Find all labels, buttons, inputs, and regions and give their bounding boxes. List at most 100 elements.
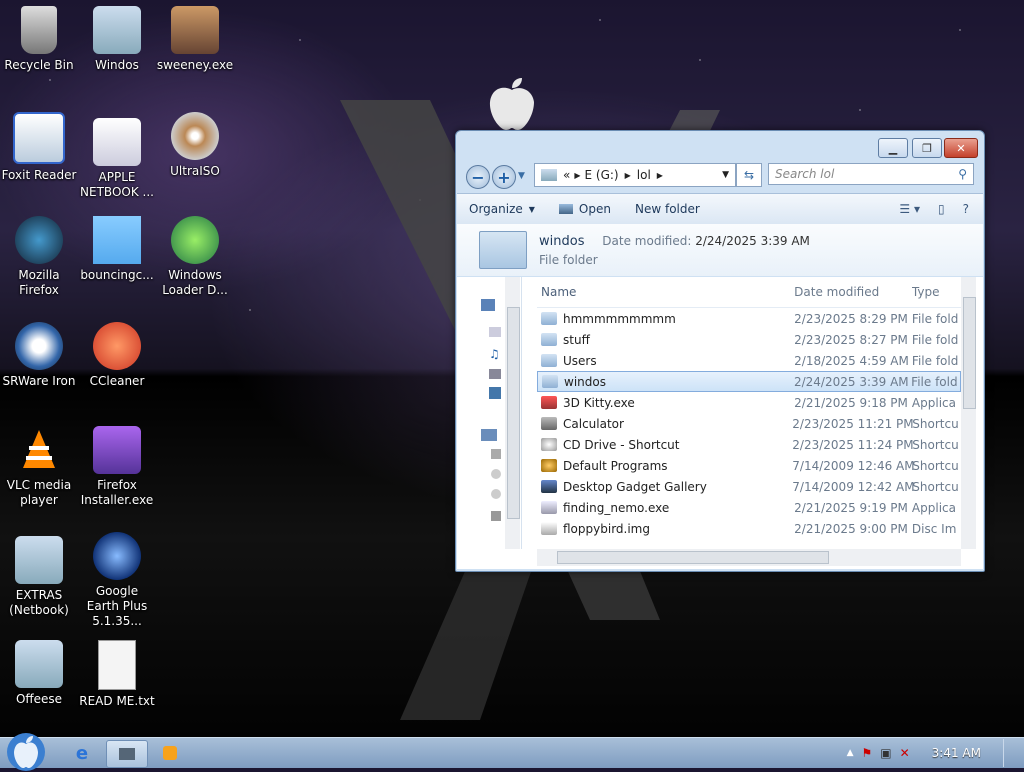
desktop-icon-apple-netbook[interactable]: APPLE NETBOOK ... <box>78 118 156 200</box>
file-row[interactable]: CD Drive - Shortcut 2/23/2025 11:24 PM Sho… <box>537 434 961 455</box>
file-date: 2/23/2025 11:24 PM <box>792 437 914 452</box>
default-programs-icon <box>541 459 557 472</box>
file-row[interactable]: floppybird.img 2/21/2025 9:00 PM Disc Im <box>537 518 961 539</box>
desktop-icon-offeese[interactable]: Offeese <box>0 640 78 707</box>
desktop-icon-extras-netbook[interactable]: EXTRAS (Netbook) <box>0 536 78 618</box>
network-icon[interactable]: ▣ <box>880 746 891 760</box>
desktop-icon-foxit-reader[interactable]: Foxit Reader <box>0 112 78 183</box>
file-row[interactable]: Desktop Gadget Gallery 7/14/2009 12:42 AM… <box>537 476 961 497</box>
cd-drive-icon[interactable] <box>491 489 501 499</box>
file-name-cell: stuff <box>537 333 794 347</box>
desktop-icon-label: EXTRAS (Netbook) <box>9 588 69 617</box>
refresh-button[interactable]: ⇆ <box>736 163 762 187</box>
maximize-button[interactable]: ❐ <box>912 138 942 158</box>
cd-drive-icon[interactable] <box>491 469 501 479</box>
desktop-icon-google-earth[interactable]: Google Earth Plus 5.1.35... <box>78 532 156 629</box>
music-icon[interactable]: ♫ <box>489 347 500 361</box>
search-placeholder: Search lol <box>775 167 835 181</box>
action-center-icon[interactable]: ⚑ <box>862 746 873 760</box>
file-type: File fold <box>911 311 959 326</box>
address-dropdown-icon[interactable]: ▼ <box>722 170 729 180</box>
recent-pages-chevron-icon[interactable]: ▼ <box>518 171 525 181</box>
forward-button[interactable]: + <box>492 165 516 189</box>
file-row[interactable]: finding_nemo.exe 2/21/2025 9:19 PM Applica <box>537 497 961 518</box>
file-row[interactable]: hmmmmmmmmm 2/23/2025 8:29 PM File fold <box>537 308 961 329</box>
desktop-icon-bouncingc[interactable]: bouncingc... <box>78 216 156 283</box>
breadcrumb-folder[interactable]: lol <box>637 168 651 182</box>
desktop-icon-ultraiso[interactable]: UltraISO <box>156 112 234 179</box>
file-list[interactable]: Name Date modified Type hmmmmmmmmm 2/23/2… <box>537 277 961 549</box>
breadcrumb-drive[interactable]: E (G:) <box>585 168 619 182</box>
folder-icon <box>541 333 557 346</box>
minimize-button[interactable]: ▁ <box>878 138 908 158</box>
new-folder-button[interactable]: New folder <box>623 202 712 216</box>
desktop-icon-srware-iron[interactable]: SRWare Iron <box>0 322 78 389</box>
breadcrumb-overflow[interactable]: « <box>563 168 570 182</box>
folder-icon <box>541 312 557 325</box>
desktop-icon-mozilla-firefox[interactable]: Mozilla Firefox <box>0 216 78 298</box>
disc-image-icon <box>541 522 557 535</box>
open-button[interactable]: Open <box>547 202 623 216</box>
windows-orb-icon <box>171 216 219 264</box>
desktop-icon-label: VLC media player <box>6 478 72 507</box>
nav-icon[interactable] <box>481 299 495 311</box>
taskbar-ie-button[interactable]: e <box>62 740 102 766</box>
pictures-icon[interactable] <box>489 369 501 379</box>
taskbar-media-button[interactable] <box>150 740 190 766</box>
file-name: floppybird.img <box>563 521 650 536</box>
view-options-icon[interactable]: ☰ ▾ <box>899 202 920 216</box>
desktop-icon-label: CCleaner <box>89 374 145 388</box>
file-list-scrollbar[interactable] <box>961 277 976 549</box>
desktop-icon-firefox-installer[interactable]: Firefox Installer.exe <box>78 426 156 508</box>
file-name: Users <box>563 353 597 368</box>
volume-muted-icon[interactable]: ✕ <box>900 746 910 760</box>
show-hidden-icons-icon[interactable]: ▲ <box>847 748 854 758</box>
file-date: 2/21/2025 9:19 PM <box>794 500 908 515</box>
file-row[interactable]: 3D Kitty.exe 2/21/2025 9:18 PM Applica <box>537 392 961 413</box>
desktop-icon-sweeney[interactable]: sweeney.exe <box>156 6 234 73</box>
horizontal-scrollbar[interactable] <box>537 549 961 566</box>
file-list-scrollbar-thumb[interactable] <box>963 297 976 409</box>
desktop-icon-read-me[interactable]: READ ME.txt <box>78 640 156 709</box>
drive-icon[interactable] <box>491 449 501 459</box>
desktop-icon-vlc[interactable]: VLC media player <box>0 426 78 508</box>
organize-button[interactable]: Organize ▼ <box>457 202 547 216</box>
file-row[interactable]: Default Programs 7/14/2009 12:46 AM Shortc… <box>537 455 961 476</box>
column-header-date[interactable]: Date modified <box>794 285 912 299</box>
nav-scrollbar[interactable] <box>505 277 520 549</box>
drive-icon[interactable] <box>491 511 501 521</box>
taskbar: e ▲ ⚑ ▣ ✕ 3:41 AM <box>0 733 1024 771</box>
desktop-icon-recycle-bin[interactable]: Recycle Bin <box>0 6 78 73</box>
clock[interactable]: 3:41 AM <box>932 746 981 760</box>
nav-icon[interactable] <box>489 327 501 337</box>
file-date: 2/21/2025 9:00 PM <box>794 521 908 536</box>
refresh-icon: ⇆ <box>743 168 755 182</box>
file-row[interactable]: Users 2/18/2025 4:59 AM File fold <box>537 350 961 371</box>
horizontal-scrollbar-thumb[interactable] <box>557 551 829 564</box>
desktop-icon-windows-loader[interactable]: Windows Loader D... <box>156 216 234 298</box>
desktop-icon-ccleaner[interactable]: CCleaner <box>78 322 156 389</box>
desktop-icon-label: Google Earth Plus 5.1.35... <box>86 584 148 628</box>
search-box[interactable]: Search lol ⚲ <box>768 163 974 185</box>
folder-icon <box>479 231 527 269</box>
show-desktop-button[interactable] <box>1003 739 1016 767</box>
help-icon[interactable]: ? <box>963 202 969 216</box>
close-button[interactable]: ✕ <box>944 138 978 158</box>
back-button[interactable]: − <box>466 165 490 189</box>
window-titlebar[interactable]: ▁ ❐ ✕ <box>456 131 984 161</box>
nav-scrollbar-thumb[interactable] <box>507 307 520 519</box>
desktop-icon-label: APPLE NETBOOK ... <box>80 170 154 199</box>
videos-icon[interactable] <box>489 387 501 399</box>
breadcrumb[interactable]: « ▶ E (G:) ▶ lol ▶ ▼ <box>534 163 736 187</box>
column-header-name[interactable]: Name <box>537 285 794 299</box>
column-header-type[interactable]: Type <box>912 285 961 299</box>
computer-icon[interactable] <box>481 429 497 441</box>
start-button[interactable] <box>6 732 46 772</box>
taskbar-explorer-button[interactable] <box>106 740 148 768</box>
file-row[interactable]: windos 2/24/2025 3:39 AM File fold <box>537 371 961 392</box>
file-row[interactable]: stuff 2/23/2025 8:27 PM File fold <box>537 329 961 350</box>
file-row[interactable]: Calculator 2/23/2025 11:21 PM Shortcu <box>537 413 961 434</box>
preview-pane-icon[interactable]: ▯ <box>938 202 945 216</box>
explorer-window[interactable]: ▁ ❐ ✕ − + ▼ « ▶ E (G:) ▶ lol ▶ ▼ ⇆ Searc… <box>455 130 985 572</box>
desktop-icon-windos[interactable]: Windos <box>78 6 156 73</box>
